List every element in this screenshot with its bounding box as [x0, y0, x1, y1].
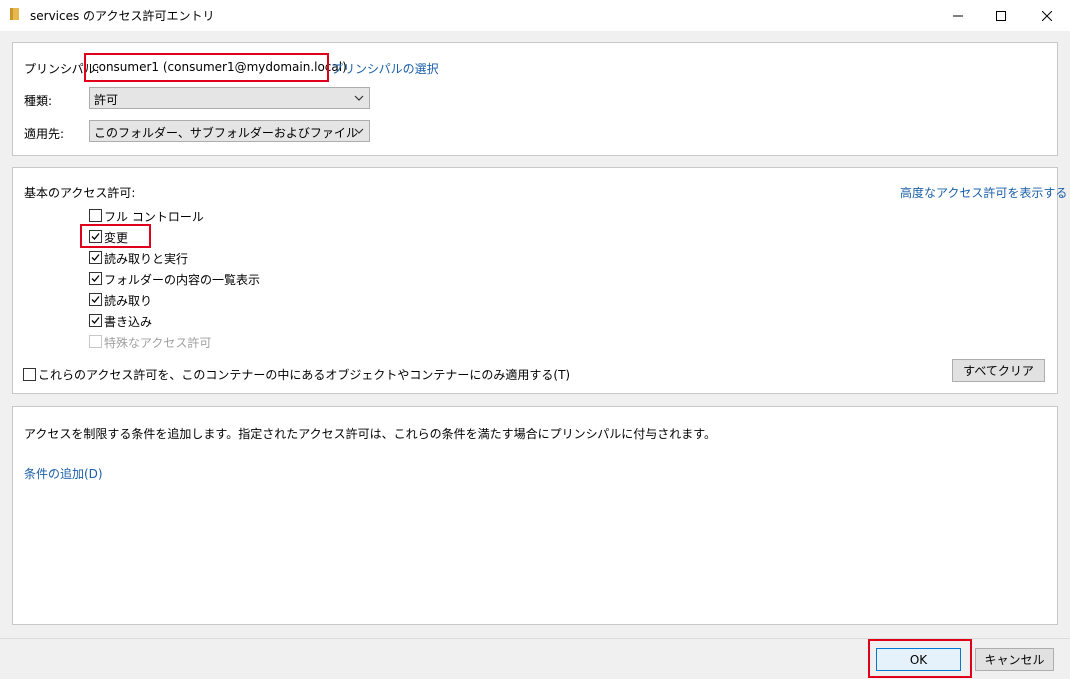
- applies-to-select-value: このフォルダー、サブフォルダーおよびファイル: [94, 126, 358, 140]
- permission-checkbox[interactable]: [89, 209, 102, 222]
- apply-only-label: これらのアクセス許可を、このコンテナーの中にあるオブジェクトやコンテナーにのみ適…: [38, 368, 571, 382]
- apply-only-checkbox[interactable]: [23, 368, 36, 381]
- checkmark-icon: [91, 317, 100, 324]
- principal-highlight: [84, 53, 329, 82]
- select-principal-link[interactable]: プリンシパルの選択: [331, 60, 439, 77]
- minimize-button[interactable]: [935, 0, 981, 31]
- permission-checkbox[interactable]: [89, 314, 102, 327]
- permission-checkbox: [89, 335, 102, 348]
- ok-highlight: [868, 639, 972, 678]
- modify-highlight: [80, 224, 151, 248]
- add-condition-link[interactable]: 条件の追加(D): [24, 465, 103, 482]
- permission-label: フォルダーの内容の一覧表示: [104, 273, 261, 287]
- applies-to-select[interactable]: このフォルダー、サブフォルダーおよびファイル: [89, 120, 370, 142]
- type-label: 種類:: [24, 94, 53, 108]
- maximize-button[interactable]: [978, 0, 1024, 31]
- close-button[interactable]: [1024, 0, 1070, 31]
- close-icon: [1042, 10, 1052, 21]
- type-select-value: 許可: [94, 93, 119, 107]
- permission-label: 特殊なアクセス許可: [104, 336, 212, 350]
- cancel-label: キャンセル: [984, 653, 1045, 667]
- conditions-description: アクセスを制限する条件を追加します。指定されたアクセス許可は、これらの条件を満た…: [24, 427, 717, 441]
- type-select[interactable]: 許可: [89, 87, 370, 109]
- permission-label: 読み取り: [104, 294, 153, 308]
- window-title: services のアクセス許可エントリ: [30, 9, 215, 23]
- basic-permissions-heading: 基本のアクセス許可:: [24, 186, 136, 200]
- clear-all-label: すべてクリア: [963, 364, 1034, 378]
- clear-all-button[interactable]: すべてクリア: [952, 359, 1045, 382]
- minimize-icon: [953, 15, 963, 16]
- permission-label: 読み取りと実行: [104, 252, 189, 266]
- advanced-permissions-link[interactable]: 高度なアクセス許可を表示する: [900, 184, 1067, 201]
- maximize-icon: [996, 10, 1006, 21]
- folder-icon: [10, 8, 19, 20]
- cancel-button[interactable]: キャンセル: [975, 648, 1054, 671]
- title-bar: services のアクセス許可エントリ: [0, 0, 1070, 31]
- checkmark-icon: [91, 275, 100, 282]
- permission-checkbox[interactable]: [89, 293, 102, 306]
- checkmark-icon: [91, 254, 100, 261]
- applies-to-label: 適用先:: [24, 127, 65, 141]
- permission-label: 書き込み: [104, 315, 153, 329]
- permission-checkbox[interactable]: [89, 251, 102, 264]
- chevron-down-icon: [354, 128, 364, 134]
- permission-label: フル コントロール: [104, 210, 204, 224]
- permission-checkbox[interactable]: [89, 272, 102, 285]
- checkmark-icon: [91, 296, 100, 303]
- chevron-down-icon: [354, 95, 364, 101]
